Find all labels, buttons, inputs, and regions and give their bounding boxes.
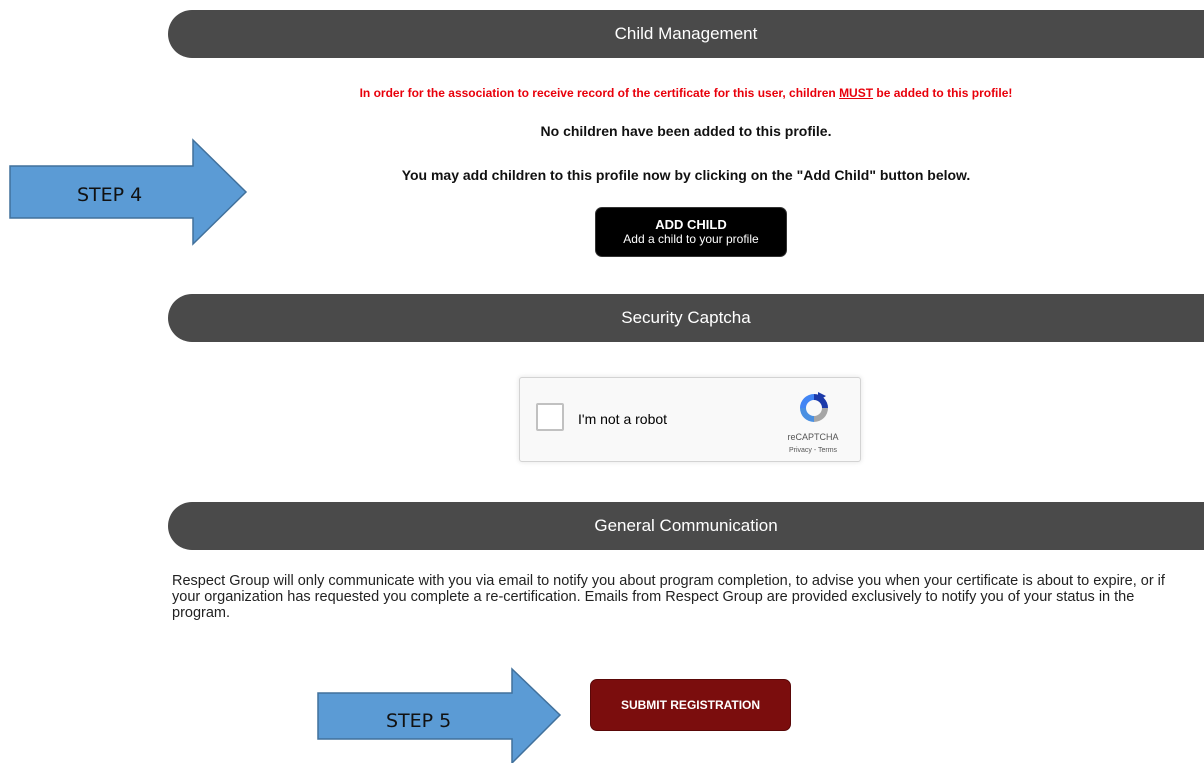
recaptcha-privacy-terms-link[interactable]: Privacy - Terms <box>768 447 858 454</box>
child-management-title: Child Management <box>614 24 758 43</box>
general-communication-title: General Communication <box>594 516 778 535</box>
registration-page: Child Management In order for the associ… <box>0 0 1204 763</box>
recaptcha-brand: reCAPTCHA <box>787 432 839 442</box>
step5-label: STEP 5 <box>386 710 452 732</box>
add-child-instruction: You may add children to this profile now… <box>401 167 971 183</box>
child-requirement-warning: In order for the association to receive … <box>168 86 1204 100</box>
add-child-button[interactable]: ADD CHILD Add a child to your profile <box>595 207 787 257</box>
general-communication-header: General Communication <box>168 502 1204 550</box>
add-child-button-label: ADD CHILD <box>655 217 727 232</box>
recaptcha-logo-icon <box>800 392 828 422</box>
recaptcha-label: I'm not a robot <box>578 411 668 427</box>
warning-emphasis: MUST <box>839 86 874 100</box>
warning-text-start: In order for the association to receive … <box>359 86 840 100</box>
security-captcha-header: Security Captcha <box>168 294 1204 342</box>
recaptcha-widget: I'm not a robot reCAPTCHA Privacy - Term… <box>519 377 861 462</box>
warning-text-end: be added to this profile! <box>873 86 1013 100</box>
submit-registration-label: SUBMIT REGISTRATION <box>620 698 761 712</box>
submit-registration-button[interactable]: SUBMIT REGISTRATION <box>590 679 791 731</box>
step4-label: STEP 4 <box>77 184 143 206</box>
no-children-message: No children have been added to this prof… <box>540 123 832 139</box>
security-captcha-title: Security Captcha <box>621 308 751 327</box>
child-management-header: Child Management <box>168 10 1204 58</box>
communication-policy-text: Respect Group will only communicate with… <box>172 573 1165 621</box>
add-child-button-sublabel: Add a child to your profile <box>623 232 759 246</box>
recaptcha-checkbox[interactable] <box>536 403 564 431</box>
